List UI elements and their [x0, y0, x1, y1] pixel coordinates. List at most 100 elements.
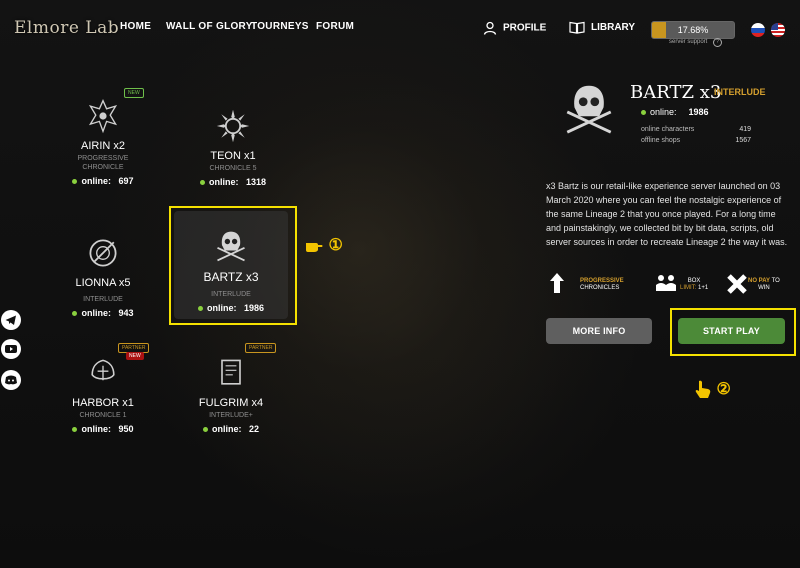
telegram-icon[interactable] [1, 310, 21, 330]
more-info-button[interactable]: MORE INFO [546, 318, 652, 344]
server-description: x3 Bartz is our retail-like experience s… [546, 181, 788, 247]
server-online: online: 697 [43, 176, 163, 186]
online-count: 950 [118, 424, 134, 434]
annotation-highlight-button [670, 308, 796, 356]
profile-label: PROFILE [503, 22, 547, 34]
online-label: online: [650, 107, 677, 117]
annotation-highlight-card [169, 206, 297, 325]
server-name: LIONNA x5 [75, 277, 131, 289]
pointing-hand-icon [695, 380, 711, 398]
library-label: LIBRARY [591, 22, 636, 34]
online-count: 22 [249, 424, 260, 434]
bartz-large-skull-icon [566, 85, 612, 134]
server-card-fulgrim[interactable]: FULGRIM x4 INTERLUDE+ online: 22 [171, 355, 291, 434]
offline-shops-label: offline shops [641, 137, 681, 144]
online-label: online: [81, 424, 111, 434]
annotation-marker-2: ② [694, 379, 731, 400]
feature-progressive: PROGRESSIVE CHRONICLES [580, 278, 624, 292]
feature-limit-value: 1+1 [698, 285, 709, 291]
feature-limit-label: LIMIT: [680, 285, 697, 291]
box-users-icon [656, 275, 676, 291]
server-chronicle: PROGRESSIVE CHRONICLE [77, 155, 129, 171]
server-name: HARBOR x1 [72, 397, 134, 409]
feature-win-label: WIN [758, 285, 770, 291]
annotation-marker-1: ① [304, 235, 343, 255]
online-label: online: [208, 177, 239, 187]
online-label: online: [81, 308, 111, 318]
feature-progressive-line1: PROGRESSIVE [580, 278, 624, 284]
pointing-hand-icon [306, 242, 323, 252]
nav-wall-of-glory[interactable]: WALL OF GLORY [166, 21, 253, 32]
russia-flag-icon[interactable] [751, 23, 765, 37]
new-badge: NEW [124, 88, 144, 98]
server-chronicle: CHRONICLE 5 [209, 165, 257, 172]
server-online: online: 950 [43, 424, 163, 434]
server-card-harbor[interactable]: HARBOR x1 CHRONICLE 1 online: 950 [43, 355, 163, 434]
partner-badge: PARTNER [245, 343, 277, 353]
library-link[interactable]: LIBRARY [569, 21, 635, 34]
server-name: AIRIN x2 [80, 140, 125, 152]
harbor-emblem-icon [91, 359, 115, 381]
server-card-airin[interactable]: AIRIN x2 PROGRESSIVE CHRONICLE online: 6… [43, 98, 163, 186]
online-dot-icon [202, 427, 208, 433]
fulgrim-scroll-emblem-icon [221, 359, 241, 385]
online-dot-icon [72, 427, 78, 433]
server-support-label: server support [669, 39, 708, 45]
usa-flag-icon[interactable] [771, 23, 785, 37]
detail-stats: online characters 419 offline shops 1567 [641, 124, 751, 146]
feature-no-pay-label: NO PAY [748, 278, 771, 284]
online-dot-icon [199, 180, 205, 186]
detail-chronicle: INTERLUDE [714, 87, 766, 97]
server-online: online: 22 [171, 424, 291, 434]
online-characters-label: online characters [641, 126, 695, 133]
offline-shops-value: 1567 [735, 137, 751, 144]
teon-emblem-icon [216, 109, 250, 143]
arrow-up-icon [550, 273, 564, 293]
online-label: online: [211, 424, 242, 434]
server-support-progress: 17.68% [651, 21, 735, 39]
profile-link[interactable]: PROFILE [483, 21, 546, 35]
feature-no-pay-to-win: NO PAY TO WIN [748, 278, 780, 292]
site-logo[interactable]: Elmore Lab [14, 18, 119, 38]
server-name: FULGRIM x4 [198, 397, 264, 409]
online-characters-row: online characters 419 [641, 124, 751, 135]
nav-forum[interactable]: FORUM [316, 21, 354, 32]
airin-emblem-icon [88, 99, 118, 134]
online-dot-icon [72, 311, 78, 317]
server-card-teon[interactable]: TEON x1 CHRONICLE 5 online: 1318 [173, 108, 293, 187]
info-icon[interactable]: ? [713, 38, 722, 47]
online-count: 697 [118, 176, 134, 186]
offline-shops-row: offline shops 1567 [641, 135, 751, 146]
annotation-number-2: ② [716, 381, 731, 398]
server-online: online: 1318 [173, 177, 293, 187]
online-count: 1318 [245, 177, 267, 187]
feature-box-limit: BOX LIMIT: 1+1 [680, 278, 708, 292]
new-badge: NEW [126, 352, 144, 360]
feature-progressive-line2: CHRONICLES [580, 285, 620, 291]
online-label: online: [81, 176, 111, 186]
online-count: 1986 [688, 107, 709, 117]
server-chronicle: CHRONICLE 1 [79, 412, 127, 419]
server-name: TEON x1 [210, 150, 256, 162]
online-dot-icon [72, 179, 78, 185]
online-count: 943 [118, 308, 134, 318]
server-chronicle: INTERLUDE [83, 296, 123, 303]
user-icon [483, 21, 497, 35]
cross-icon [727, 274, 747, 294]
book-icon [569, 21, 585, 34]
online-dot-icon [641, 110, 646, 116]
server-online: online: 943 [43, 308, 163, 318]
lionna-emblem-icon [89, 239, 117, 267]
server-chronicle: INTERLUDE+ [209, 412, 253, 419]
server-support-progress-text: 17.68% [677, 25, 709, 35]
annotation-number-1: ① [328, 237, 343, 254]
feature-to-label: TO [771, 278, 780, 284]
discord-icon[interactable] [1, 370, 21, 390]
nav-home[interactable]: HOME [120, 21, 151, 32]
youtube-icon[interactable] [1, 339, 21, 359]
server-card-lionna[interactable]: LIONNA x5 INTERLUDE online: 943 [43, 235, 163, 318]
nav-tourneys[interactable]: TOURNEYS [251, 21, 309, 32]
detail-title: BARTZ x3 [630, 82, 722, 103]
top-navigation: Elmore Lab HOME WALL OF GLORY TOURNEYS F… [0, 0, 800, 60]
detail-online: online: 1986 [641, 107, 709, 117]
